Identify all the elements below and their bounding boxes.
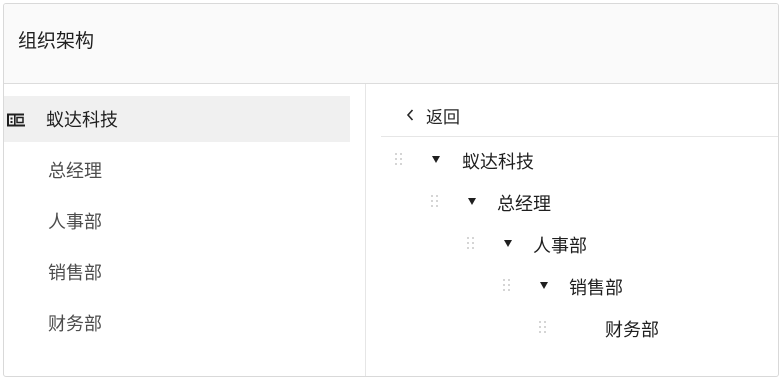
tree-node-label: 销售部 (569, 278, 623, 299)
back-button[interactable]: 返回 (426, 103, 460, 128)
sidebar-item-sales[interactable]: 销售部 (4, 249, 350, 295)
sidebar-item-label: 总经理 (48, 161, 102, 182)
tree-node-finance[interactable]: 财务部 (381, 308, 778, 348)
sidebar-item-general-manager[interactable]: 总经理 (4, 147, 350, 193)
caret-down-icon[interactable] (432, 156, 440, 163)
drag-handle-icon[interactable] (467, 237, 475, 251)
drag-handle-icon[interactable] (395, 153, 403, 167)
tree-node-sales[interactable]: 销售部 (381, 266, 778, 306)
sidebar-item-label: 财务部 (48, 314, 102, 335)
tree-node-label: 总经理 (497, 194, 551, 215)
sidebar-item-label: 销售部 (48, 263, 102, 284)
sidebar-item-company[interactable]: 蚁达科技 (4, 96, 350, 142)
panel-header: 组织架构 (4, 4, 778, 84)
caret-down-icon[interactable] (504, 240, 512, 247)
tree-node-label: 蚁达科技 (462, 152, 534, 173)
sidebar-item-label: 人事部 (48, 212, 102, 233)
sidebar: 蚁达科技 总经理 人事部 销售部 财务部 (4, 84, 366, 376)
back-bar: 返回 (381, 94, 778, 137)
tree-node-label: 财务部 (605, 320, 659, 341)
tree-node-general-manager[interactable]: 总经理 (381, 182, 778, 222)
page-title: 组织架构 (18, 30, 95, 52)
org-structure-panel: 组织架构 蚁达科技 总经理 人事部 销售部 财务部 返回 蚁达科技 总经理 人事… (3, 3, 779, 377)
caret-down-icon[interactable] (468, 198, 476, 205)
tree-node-company[interactable]: 蚁达科技 (381, 140, 778, 180)
caret-down-icon[interactable] (540, 282, 548, 289)
tree-node-label: 人事部 (533, 236, 587, 257)
tree-node-hr[interactable]: 人事部 (381, 224, 778, 264)
tree-panel: 返回 蚁达科技 总经理 人事部 销售部 财务部 (381, 84, 778, 376)
sidebar-item-hr[interactable]: 人事部 (4, 198, 350, 244)
drag-handle-icon[interactable] (539, 321, 547, 335)
sidebar-item-finance[interactable]: 财务部 (4, 300, 350, 346)
drag-handle-icon[interactable] (431, 195, 439, 209)
drag-handle-icon[interactable] (503, 279, 511, 293)
sidebar-item-label: 蚁达科技 (46, 110, 118, 131)
building-icon (7, 113, 25, 127)
chevron-left-icon[interactable] (405, 108, 415, 122)
